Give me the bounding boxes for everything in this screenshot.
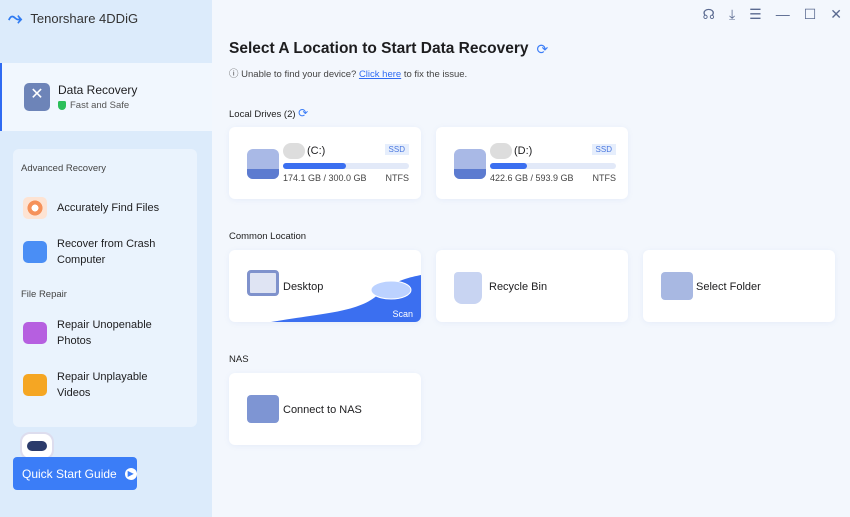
menu-icon[interactable]: ☰ bbox=[749, 6, 762, 23]
drive-name: (C:) bbox=[307, 145, 326, 157]
drive-card-c[interactable]: (C:) SSD 174.1 GB / 300.0 GB NTFS bbox=[229, 127, 421, 199]
drive-label-blurred bbox=[283, 143, 305, 159]
app-logo: ⤳ Tenorshare 4DDiG bbox=[8, 8, 138, 29]
sidebar-item-repair-photos[interactable]: Repair Unopenable Photos bbox=[23, 317, 163, 349]
app-title: Tenorshare 4DDiG bbox=[30, 11, 139, 26]
shield-icon bbox=[58, 101, 66, 110]
drive-card-d[interactable]: (D:) SSD 422.6 GB / 593.9 GB NTFS bbox=[436, 127, 628, 199]
location-label: Recycle Bin bbox=[489, 281, 548, 293]
drive-icon bbox=[247, 149, 279, 179]
logo-icon: ⤳ bbox=[8, 8, 23, 28]
scan-button[interactable]: Scan bbox=[271, 272, 421, 322]
drive-size: 174.1 GB / 300.0 GB bbox=[283, 173, 367, 183]
nas-icon bbox=[247, 395, 279, 423]
drive-usage-bar bbox=[490, 163, 616, 169]
advanced-recovery-heading: Advanced Recovery bbox=[21, 163, 107, 174]
folder-icon bbox=[661, 272, 693, 300]
sidebar: ⤳ Tenorshare 4DDiG ✕ Data Recovery Fast … bbox=[0, 0, 212, 517]
maximize-icon[interactable]: ☐ bbox=[804, 6, 817, 23]
item-label: Repair Unopenable Photos bbox=[57, 319, 152, 347]
sidebar-item-repair-videos[interactable]: Repair Unplayable Videos bbox=[23, 369, 163, 401]
hint-suffix: to fix the issue. bbox=[403, 69, 468, 80]
window-controls: ☊ ⤓ ☰ — ☐ ✕ bbox=[703, 6, 843, 23]
download-icon[interactable]: ⤓ bbox=[729, 6, 735, 23]
quick-start-label: Quick Start Guide bbox=[22, 466, 117, 481]
drive-usage-fill bbox=[490, 163, 527, 169]
sidebar-item-data-recovery[interactable]: ✕ Data Recovery Fast and Safe bbox=[0, 63, 212, 131]
location-card-desktop[interactable]: Desktop Scan bbox=[229, 250, 421, 322]
location-label: Connect to NAS bbox=[283, 404, 362, 416]
help-hint: ⓘ Unable to find your device? Click here… bbox=[229, 66, 467, 80]
close-icon[interactable]: ✕ bbox=[830, 6, 842, 23]
page-title: Select A Location to Start Data Recovery bbox=[229, 40, 529, 57]
sidebar-item-recover-crash-computer[interactable]: Recover from Crash Computer bbox=[23, 236, 173, 268]
item-label: Accurately Find Files bbox=[57, 202, 160, 214]
target-icon bbox=[23, 197, 47, 219]
photo-icon bbox=[23, 322, 47, 344]
sidebar-item-accurately-find-files[interactable]: Accurately Find Files bbox=[23, 197, 159, 219]
minimize-icon[interactable]: — bbox=[776, 6, 790, 23]
file-repair-heading: File Repair bbox=[21, 289, 67, 300]
drive-type-badge: SSD bbox=[384, 144, 409, 155]
nas-heading: NAS bbox=[229, 354, 249, 365]
local-drives-label: Local Drives (2) bbox=[229, 109, 296, 120]
drive-size: 422.6 GB / 593.9 GB bbox=[490, 173, 574, 183]
hint-prefix: Unable to find your device? bbox=[241, 69, 357, 80]
data-recovery-icon: ✕ bbox=[24, 83, 50, 111]
drive-name: (D:) bbox=[514, 145, 533, 157]
common-location-heading: Common Location bbox=[229, 231, 307, 242]
drive-filesystem: NTFS bbox=[592, 173, 617, 183]
drive-icon bbox=[454, 149, 486, 179]
recycle-bin-icon bbox=[454, 272, 482, 304]
location-card-select-folder[interactable]: Select Folder bbox=[643, 250, 835, 322]
item-label: Recover from Crash Computer bbox=[57, 238, 156, 266]
refresh-drives-icon[interactable]: ⟳ bbox=[298, 106, 308, 120]
quick-start-guide-button[interactable]: Quick Start Guide ▶ bbox=[13, 457, 137, 490]
tools-panel: Advanced Recovery Accurately Find Files … bbox=[13, 149, 197, 427]
computer-icon bbox=[23, 241, 47, 263]
drive-usage-bar bbox=[283, 163, 409, 169]
local-drives-heading: Local Drives (2) ⟳ bbox=[229, 106, 308, 120]
data-recovery-subtitle: Fast and Safe bbox=[70, 100, 130, 111]
click-here-link[interactable]: Click here bbox=[359, 69, 401, 80]
drive-type-badge: SSD bbox=[591, 144, 616, 155]
drive-usage-fill bbox=[283, 163, 346, 169]
data-recovery-title: Data Recovery bbox=[58, 83, 138, 97]
drive-label-blurred bbox=[490, 143, 512, 159]
drive-filesystem: NTFS bbox=[385, 173, 410, 183]
item-label: Repair Unplayable Videos bbox=[57, 371, 148, 399]
video-icon bbox=[23, 374, 47, 396]
headset-icon[interactable]: ☊ bbox=[703, 6, 715, 23]
scan-label: Scan bbox=[392, 309, 413, 319]
location-card-recycle-bin[interactable]: Recycle Bin bbox=[436, 250, 628, 322]
arrow-right-icon: ▶ bbox=[124, 467, 137, 480]
location-label: Select Folder bbox=[696, 281, 761, 293]
refresh-icon[interactable]: ⟳ bbox=[536, 41, 548, 58]
location-card-nas[interactable]: Connect to NAS bbox=[229, 373, 421, 445]
question-icon: ⓘ bbox=[229, 69, 239, 80]
robot-mascot-icon bbox=[20, 432, 54, 460]
